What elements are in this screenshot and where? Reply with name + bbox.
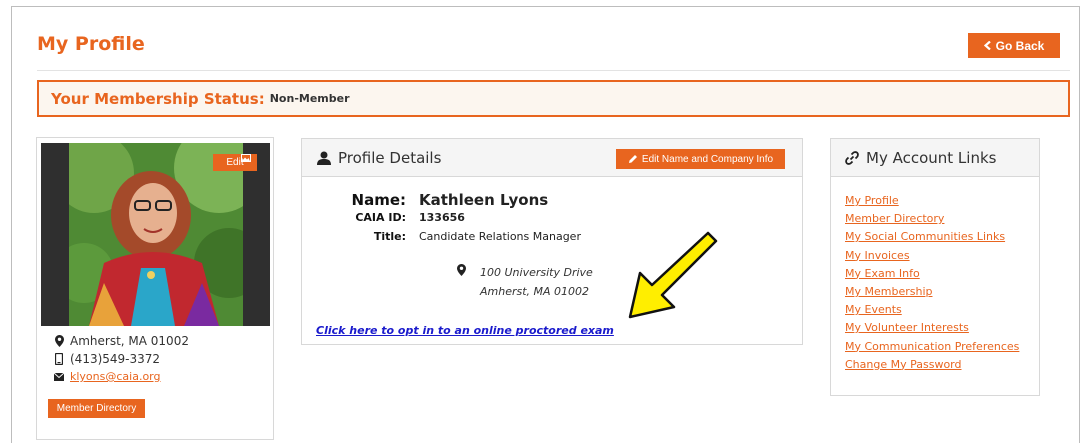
list-item: My Volunteer Interests: [845, 321, 1019, 339]
contact-email: klyons@caia.org: [54, 370, 161, 383]
link-icon: [845, 150, 859, 165]
image-icon: [241, 154, 251, 162]
name-value: Kathleen Lyons: [419, 191, 549, 209]
contact-phone: (413)549-3372: [54, 352, 160, 366]
address-line-1: 100 University Drive: [480, 266, 593, 279]
caia-id-value: 133656: [419, 211, 465, 224]
account-links-list: My Profile Member Directory My Social Co…: [845, 194, 1019, 376]
chevron-left-icon: [983, 41, 991, 50]
list-item: My Exam Info: [845, 267, 1019, 285]
link-social-communities[interactable]: My Social Communities Links: [845, 230, 1005, 243]
list-item: Member Directory: [845, 212, 1019, 230]
membership-status-label: Your Membership Status:: [51, 89, 265, 108]
link-change-password[interactable]: Change My Password: [845, 358, 962, 371]
caia-id-label: CAIA ID:: [355, 211, 406, 224]
profile-details-heading: Profile Details: [338, 148, 442, 167]
pencil-icon: [628, 155, 637, 163]
account-links-card: My Account Links My Profile Member Direc…: [830, 138, 1040, 396]
map-pin-icon: [54, 335, 64, 347]
list-item: My Social Communities Links: [845, 230, 1019, 248]
edit-name-company-button[interactable]: Edit Name and Company Info: [616, 149, 785, 169]
envelope-icon: [54, 372, 64, 381]
online-proctored-exam-link[interactable]: Click here to opt in to an online procto…: [316, 324, 614, 337]
name-row: Name: Kathleen Lyons: [302, 191, 549, 209]
link-my-profile[interactable]: My Profile: [845, 194, 899, 207]
user-icon: [317, 151, 331, 165]
page-title: My Profile: [37, 33, 145, 55]
link-member-directory[interactable]: Member Directory: [845, 212, 944, 225]
address-map-pin-icon: [457, 264, 466, 276]
account-links-header: My Account Links: [831, 139, 1039, 177]
link-my-membership[interactable]: My Membership: [845, 285, 932, 298]
member-directory-button[interactable]: Member Directory: [48, 399, 145, 418]
title-divider: [37, 70, 1070, 71]
list-item: My Profile: [845, 194, 1019, 212]
profile-details-header: Profile Details Edit Name and Company In…: [302, 139, 802, 177]
link-my-invoices[interactable]: My Invoices: [845, 249, 910, 262]
name-label: Name:: [351, 191, 406, 209]
link-communication-preferences[interactable]: My Communication Preferences: [845, 340, 1019, 353]
link-my-events[interactable]: My Events: [845, 303, 902, 316]
location-text: Amherst, MA 01002: [70, 334, 189, 348]
membership-status-value: Non-Member: [269, 92, 350, 105]
address-line-2: Amherst, MA 01002: [480, 285, 590, 298]
phone-text: (413)549-3372: [70, 352, 161, 366]
profile-photo-card: Edit Amherst, MA 01002 (413)549-3372 kly…: [36, 137, 274, 440]
membership-status-bar: Your Membership Status: Non-Member: [37, 80, 1070, 117]
mobile-phone-icon: [55, 353, 63, 365]
contact-location: Amherst, MA 01002: [54, 334, 189, 348]
photo-edit-button[interactable]: Edit: [213, 154, 257, 171]
list-item: My Membership: [845, 285, 1019, 303]
account-links-heading: My Account Links: [866, 148, 997, 167]
annotation-arrow-icon: [628, 231, 718, 319]
profile-details-card: Profile Details Edit Name and Company In…: [301, 138, 803, 345]
profile-photo: Edit: [41, 143, 270, 326]
email-link[interactable]: klyons@caia.org: [70, 370, 161, 383]
link-volunteer-interests[interactable]: My Volunteer Interests: [845, 321, 969, 334]
caia-id-row: CAIA ID: 133656: [302, 211, 465, 224]
list-item: My Communication Preferences: [845, 340, 1019, 358]
edit-name-company-label: Edit Name and Company Info: [641, 153, 774, 165]
title-row: Title: Candidate Relations Manager: [302, 230, 581, 243]
title-label: Title:: [373, 230, 406, 243]
list-item: My Invoices: [845, 249, 1019, 267]
link-my-exam-info[interactable]: My Exam Info: [845, 267, 920, 280]
go-back-button[interactable]: Go Back: [968, 33, 1060, 58]
list-item: Change My Password: [845, 358, 1019, 376]
go-back-label: Go Back: [995, 38, 1045, 53]
title-value: Candidate Relations Manager: [419, 230, 581, 243]
list-item: My Events: [845, 303, 1019, 321]
